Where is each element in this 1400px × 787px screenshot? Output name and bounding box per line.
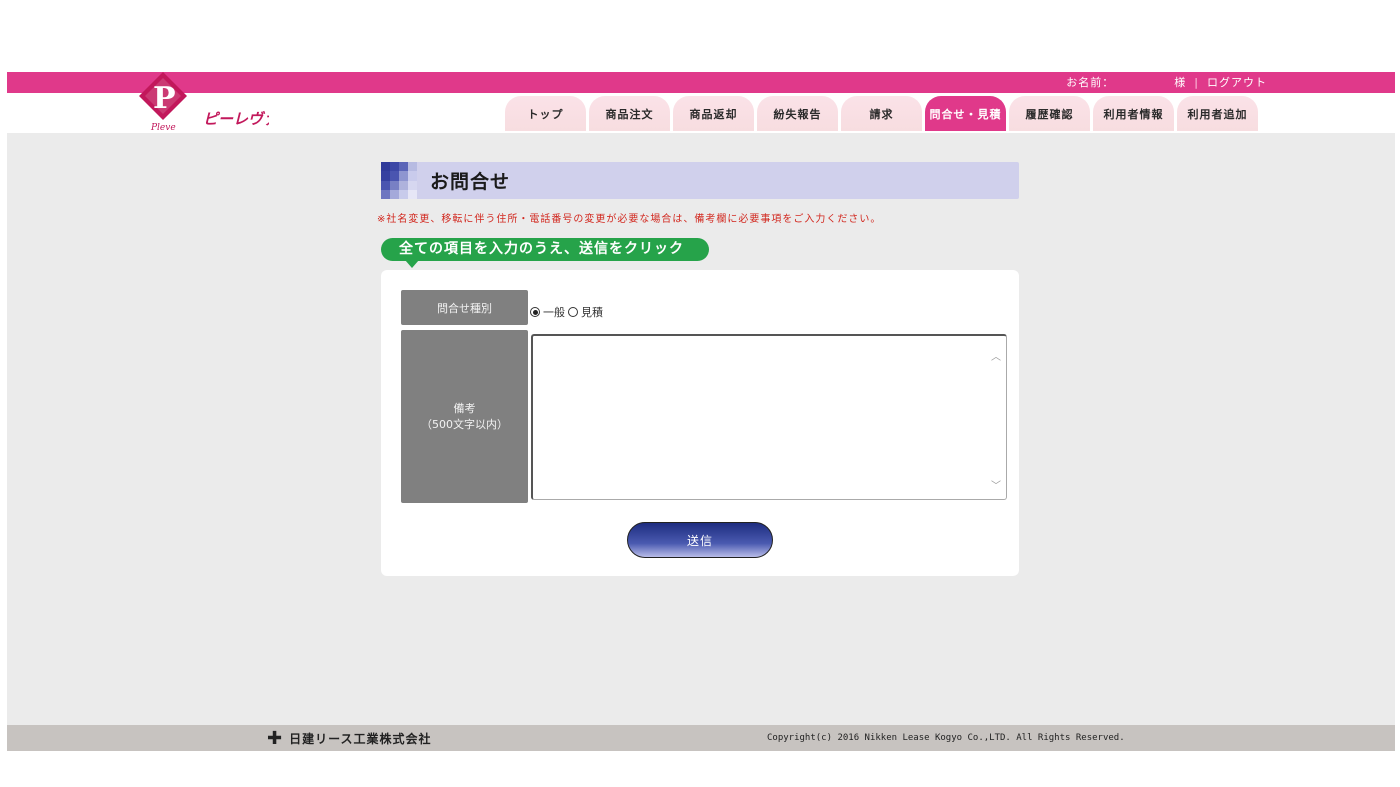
instruction-banner: 全ての項目を入力のうえ、送信をクリック [381,238,709,268]
tab-user-info[interactable]: 利用者情報 [1093,96,1174,131]
note-label: 備考 （500文字以内） [401,330,528,503]
radio-general[interactable] [530,307,540,317]
separator: | [1194,75,1199,89]
tab-add-user[interactable]: 利用者追加 [1177,96,1258,131]
inquiry-form: 問合せ種別 一般 見積 備考 （500文字以内） ︿ ﹀ 送信 [381,270,1019,576]
instruction-text: 全ての項目を入力のうえ、送信をクリック [399,241,684,257]
copyright-text: Copyright(c) 2016 Nikken Lease Kogyo Co.… [767,733,1125,743]
svg-text:P: P [153,81,176,116]
radio-estimate-label: 見積 [581,306,603,319]
user-honorific: 様 [1174,76,1187,89]
svg-text:ピーレヴァ: ピーレヴァ [203,110,269,128]
inquiry-type-label: 問合せ種別 [401,290,528,325]
tab-return[interactable]: 商品返却 [673,96,754,131]
radio-general-label: 一般 [543,306,565,319]
note-label-line1: 備考 [453,401,476,415]
user-name-label: お名前： [1066,76,1115,89]
user-area: お名前： 様 | ログアウト [1066,74,1267,90]
inquiry-type-radios: 一般 見積 [530,304,603,320]
notice-text: ※社名変更、移転に伴う住所・電話番号の変更が必要な場合は、備考欄に必要事項をご入… [377,214,882,225]
svg-text:Pleve: Pleve [150,123,176,132]
scroll-down-icon[interactable]: ﹀ [989,477,1003,492]
tab-order[interactable]: 商品注文 [589,96,670,131]
page-title: お問合せ [430,171,511,193]
tab-history[interactable]: 履歴確認 [1009,96,1090,131]
tab-inquiry-estimate[interactable]: 問合せ・見積 [925,96,1006,131]
company-cross-icon: ✚ [267,727,284,749]
logo[interactable]: P Pleve ピーレヴァ [139,72,269,151]
footer: ✚ 日建リース工業株式会社 Copyright(c) 2016 Nikken L… [7,725,1395,751]
note-textarea[interactable]: ︿ ﹀ [531,334,1007,500]
tab-loss-report[interactable]: 紛失報告 [757,96,838,131]
send-button[interactable]: 送信 [627,522,773,558]
page-frame: お名前： 様 | ログアウト P Pleve ピーレヴァ トップ 商品注文 商品… [7,72,1395,751]
tab-billing[interactable]: 請求 [841,96,922,131]
nav-row: P Pleve ピーレヴァ トップ 商品注文 商品返却 紛失報告 請求 問合せ・… [7,72,1395,133]
tab-top[interactable]: トップ [505,96,586,131]
company-name-text: 日建リース工業株式会社 [289,732,432,746]
logout-link[interactable]: ログアウト [1207,74,1267,90]
note-label-line2: （500文字以内） [421,417,508,431]
company-name: ✚ 日建リース工業株式会社 [267,727,432,749]
nav-tabs: トップ 商品注文 商品返却 紛失報告 請求 問合せ・見積 履歴確認 利用者情報 … [505,96,1258,131]
scroll-up-icon[interactable]: ︿ [989,348,1003,363]
inquiry-type-label-text: 問合せ種別 [437,301,492,315]
banner-pointer [405,260,419,268]
heading-mosaic-icon [381,162,417,199]
radio-estimate[interactable] [568,307,578,317]
page-heading: お問合せ [381,162,1019,199]
